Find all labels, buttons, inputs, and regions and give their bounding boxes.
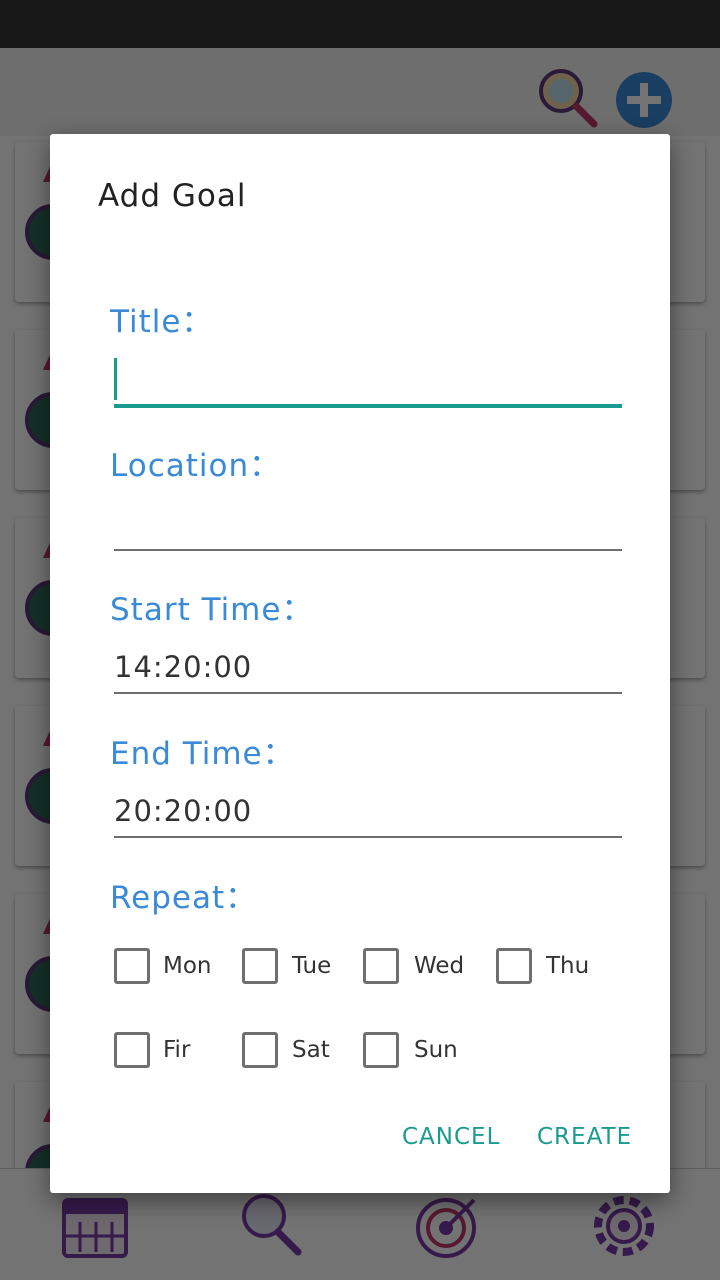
end-time-input[interactable]: 20:20:00 <box>114 794 252 828</box>
dialog-title: Add Goal <box>98 178 247 214</box>
checkbox-tue[interactable] <box>242 948 278 984</box>
checkbox-thu[interactable] <box>496 948 532 984</box>
checkbox-sun[interactable] <box>363 1032 399 1068</box>
checkbox-sat[interactable] <box>242 1032 278 1068</box>
end-time-underline <box>114 836 622 838</box>
title-input-underline <box>114 404 622 408</box>
checkbox-sun-label: Sun <box>414 1037 458 1063</box>
start-time-underline <box>114 692 622 694</box>
text-cursor <box>114 358 117 400</box>
add-goal-dialog: Add Goal Title： Location： Start Time： 14… <box>50 134 670 1193</box>
repeat-label: Repeat： <box>110 880 258 916</box>
cancel-button[interactable]: CANCEL <box>402 1124 500 1150</box>
title-label: Title： <box>110 304 214 340</box>
checkbox-mon[interactable] <box>114 948 150 984</box>
start-time-label: Start Time： <box>110 592 314 628</box>
checkbox-mon-label: Mon <box>163 953 212 979</box>
checkbox-fri[interactable] <box>114 1032 150 1068</box>
create-button[interactable]: CREATE <box>537 1124 632 1150</box>
location-label: Location： <box>110 448 282 484</box>
start-time-input[interactable]: 14:20:00 <box>114 650 252 684</box>
checkbox-tue-label: Tue <box>292 953 332 979</box>
end-time-label: End Time： <box>110 736 295 772</box>
location-input-underline <box>114 549 622 551</box>
checkbox-wed-label: Wed <box>414 953 465 979</box>
checkbox-wed[interactable] <box>363 948 399 984</box>
checkbox-thu-label: Thu <box>546 953 590 979</box>
checkbox-fri-label: Fir <box>163 1037 191 1063</box>
checkbox-sat-label: Sat <box>292 1037 330 1063</box>
